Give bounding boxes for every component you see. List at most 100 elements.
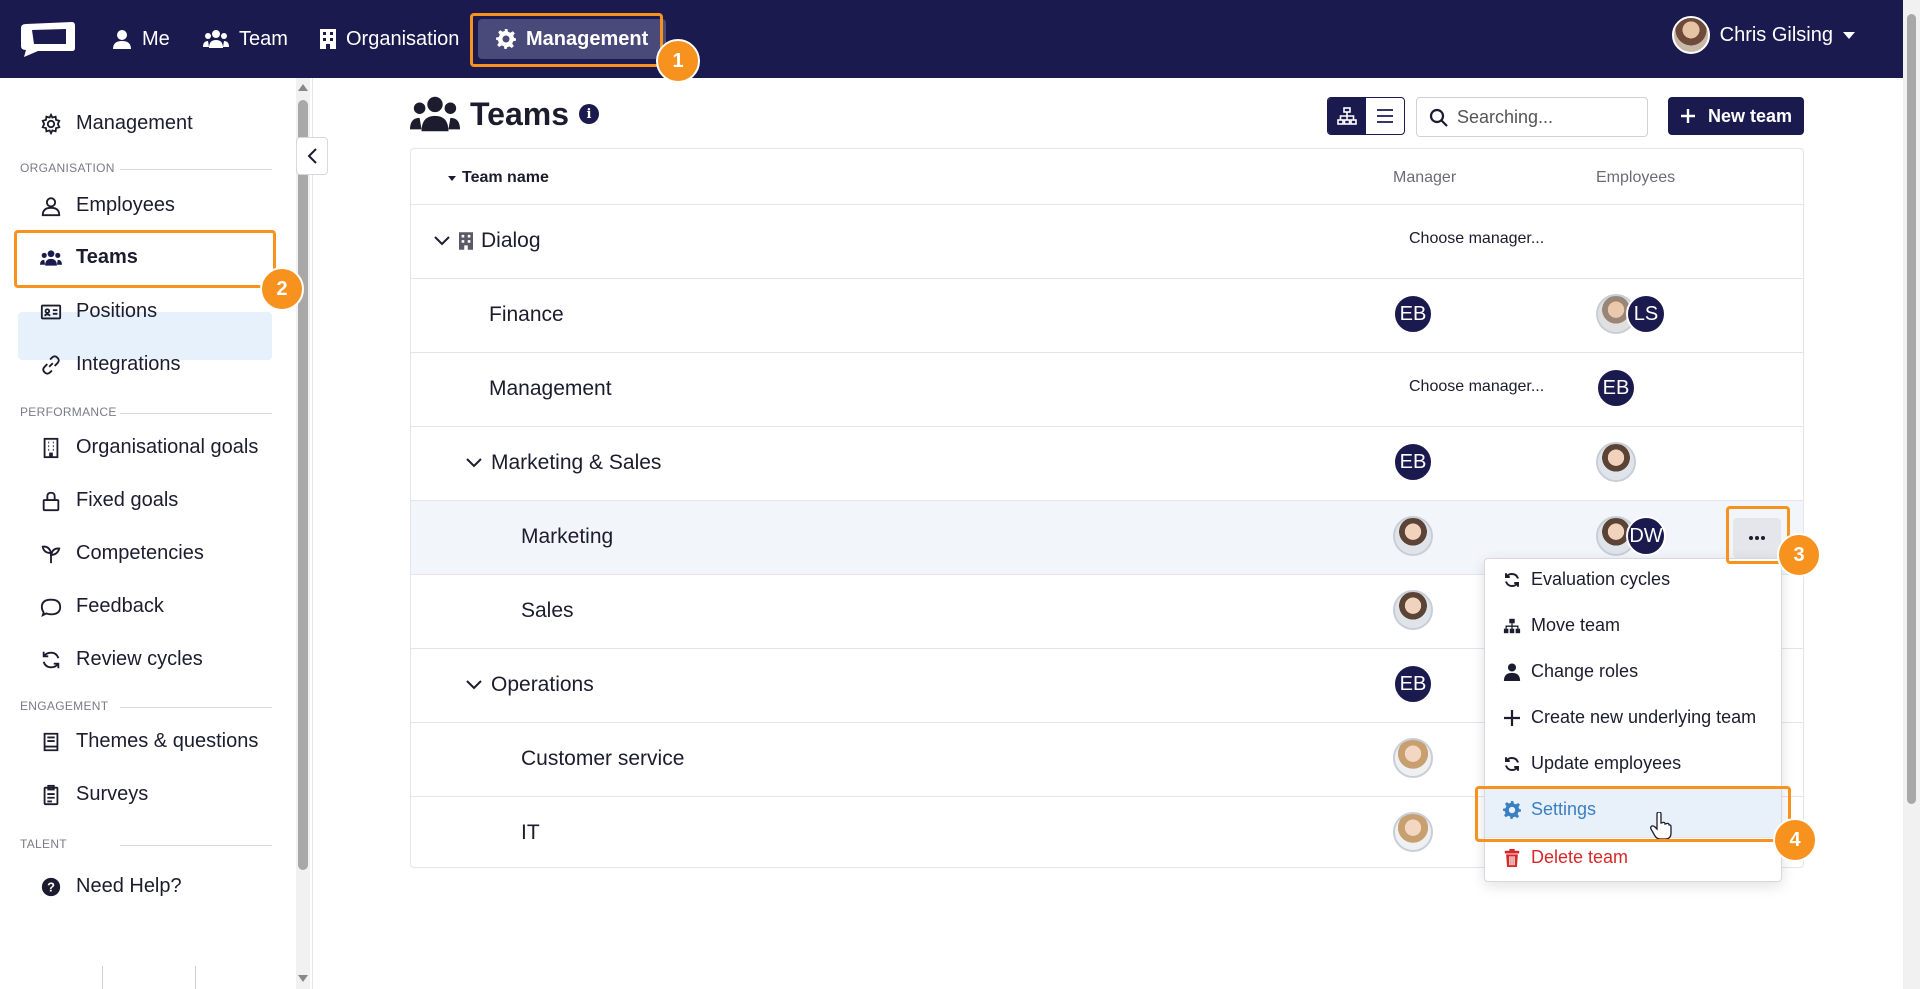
nav-team[interactable]: Team bbox=[203, 22, 288, 56]
search-placeholder: Searching... bbox=[1457, 106, 1554, 127]
divider bbox=[102, 966, 103, 989]
sidebar-item-surveys[interactable]: Surveys bbox=[40, 783, 148, 806]
nav-me-label: Me bbox=[142, 27, 170, 50]
sidebar-item-feedback[interactable]: Feedback bbox=[40, 595, 164, 618]
avatar[interactable]: EB bbox=[1596, 368, 1636, 408]
list-icon bbox=[1377, 109, 1393, 123]
avatar[interactable]: EB bbox=[1393, 294, 1433, 334]
new-team-button[interactable]: New team bbox=[1668, 97, 1804, 135]
scroll-up-arrow-icon[interactable] bbox=[297, 82, 309, 92]
avatar[interactable] bbox=[1393, 812, 1433, 852]
sidebar-item-label: Management bbox=[76, 112, 193, 134]
team-name: Customer service bbox=[521, 747, 685, 770]
sidebar-item-competencies[interactable]: Competencies bbox=[40, 542, 204, 565]
user-menu[interactable]: Chris Gilsing bbox=[1671, 16, 1855, 54]
sidebar-item-label: Competencies bbox=[76, 542, 204, 564]
table-row[interactable]: Dialog Choose manager... bbox=[411, 204, 1803, 278]
info-icon[interactable]: i bbox=[579, 104, 600, 124]
nav-me[interactable]: Me bbox=[112, 22, 170, 56]
list-view-button[interactable] bbox=[1366, 98, 1404, 134]
users-icon bbox=[410, 96, 460, 132]
sidebar-item-management[interactable]: Management bbox=[40, 112, 193, 135]
id-card-icon bbox=[40, 304, 62, 319]
team-name-cell: Finance bbox=[489, 303, 564, 327]
divider bbox=[195, 966, 196, 989]
logout-button[interactable] bbox=[212, 978, 268, 989]
table-row[interactable]: Marketing & Sales EB bbox=[411, 426, 1803, 500]
sidebar-item-themes-questions[interactable]: Themes & questions bbox=[40, 730, 258, 753]
team-name-cell: Sales bbox=[521, 599, 574, 623]
mail-button[interactable] bbox=[121, 978, 177, 989]
sidebar-bottom-bar bbox=[0, 966, 290, 989]
sidebar-item-integrations[interactable]: Integrations bbox=[40, 353, 181, 376]
avatar[interactable]: EB bbox=[1393, 664, 1433, 704]
user-icon bbox=[41, 196, 61, 216]
collapse-sidebar-button[interactable] bbox=[296, 137, 328, 175]
menu-item-label: Update employees bbox=[1531, 753, 1682, 773]
avatar[interactable] bbox=[1393, 590, 1433, 630]
column-header-team-name[interactable]: Team name bbox=[447, 169, 549, 187]
sidebar-item-label: Themes & questions bbox=[76, 730, 259, 752]
menu-item-evaluation-cycles[interactable]: Evaluation cycles bbox=[1503, 569, 1670, 590]
menu-item-label: Evaluation cycles bbox=[1531, 569, 1671, 589]
sidebar-item-positions[interactable]: Positions bbox=[40, 300, 157, 323]
sidebar-item-fixed-goals[interactable]: Fixed goals bbox=[40, 489, 178, 512]
team-name: Sales bbox=[521, 599, 574, 622]
gear-icon bbox=[41, 112, 61, 135]
window-scrollbar[interactable] bbox=[1903, 0, 1920, 989]
svg-text:?: ? bbox=[47, 879, 55, 894]
avatar[interactable] bbox=[1393, 738, 1433, 778]
annotation-badge: 1 bbox=[656, 39, 700, 83]
search-input[interactable]: Searching... bbox=[1416, 97, 1648, 137]
sidebar-item-organisational-goals[interactable]: Organisational goals bbox=[40, 436, 258, 459]
avatar[interactable] bbox=[1596, 442, 1636, 482]
sidebar-scrollbar[interactable] bbox=[296, 78, 310, 989]
chevron-down-icon[interactable] bbox=[433, 235, 451, 247]
menu-item-delete-team[interactable]: Delete team bbox=[1503, 847, 1628, 868]
menu-item-change-roles[interactable]: Change roles bbox=[1503, 661, 1638, 682]
team-name-cell: IT bbox=[521, 821, 540, 845]
chevron-down-icon[interactable] bbox=[465, 457, 483, 469]
user-settings-button[interactable] bbox=[25, 978, 81, 989]
sitemap-icon bbox=[1337, 107, 1357, 125]
menu-item-label: Move team bbox=[1531, 615, 1621, 635]
table-row[interactable]: Finance EB LS bbox=[411, 278, 1803, 352]
choose-manager-button[interactable]: Choose manager... bbox=[1409, 378, 1544, 396]
avatar[interactable]: DW bbox=[1626, 516, 1666, 556]
sitemap-icon bbox=[1503, 618, 1521, 633]
avatar[interactable]: LS bbox=[1626, 294, 1666, 334]
plus-icon bbox=[1504, 709, 1520, 726]
sidebar-item-label: Review cycles bbox=[76, 648, 203, 670]
team-name: Operations bbox=[491, 673, 594, 696]
menu-item-move-team[interactable]: Move team bbox=[1503, 615, 1620, 636]
sidebar-item-label: Need Help? bbox=[76, 875, 182, 897]
section-divider bbox=[120, 845, 272, 846]
menu-item-create-underlying-team[interactable]: Create new underlying team bbox=[1503, 707, 1756, 728]
sidebar-item-need-help[interactable]: ? Need Help? bbox=[40, 875, 182, 898]
choose-manager-button[interactable]: Choose manager... bbox=[1409, 230, 1544, 248]
avatar[interactable] bbox=[1393, 516, 1433, 556]
team-name-cell: Dialog bbox=[433, 229, 541, 253]
chevron-down-icon[interactable] bbox=[465, 679, 483, 691]
section-organisation: ORGANISATION bbox=[20, 161, 115, 175]
annotation-highlight bbox=[470, 13, 663, 67]
building-icon bbox=[320, 29, 336, 49]
sidebar-scrollbar-thumb[interactable] bbox=[298, 100, 308, 870]
annotation-badge: 4 bbox=[1773, 818, 1817, 862]
avatar[interactable]: EB bbox=[1393, 442, 1433, 482]
sidebar-item-label: Integrations bbox=[76, 353, 181, 375]
refresh-icon bbox=[1505, 756, 1519, 771]
scroll-down-arrow-icon[interactable] bbox=[297, 974, 309, 984]
help-icon: ? bbox=[41, 877, 61, 896]
nav-organisation[interactable]: Organisation bbox=[320, 22, 459, 56]
app-logo-icon[interactable] bbox=[18, 20, 77, 58]
sidebar-item-employees[interactable]: Employees bbox=[40, 194, 175, 217]
window-scrollbar-thumb[interactable] bbox=[1907, 14, 1916, 804]
sidebar-item-review-cycles[interactable]: Review cycles bbox=[40, 648, 203, 671]
table-row[interactable]: Management Choose manager... EB bbox=[411, 352, 1803, 426]
team-name-cell: Management bbox=[489, 377, 612, 401]
section-divider bbox=[120, 169, 272, 170]
column-header-manager: Manager bbox=[1393, 169, 1457, 186]
menu-item-update-employees[interactable]: Update employees bbox=[1503, 753, 1681, 774]
tree-view-button[interactable] bbox=[1328, 98, 1366, 134]
